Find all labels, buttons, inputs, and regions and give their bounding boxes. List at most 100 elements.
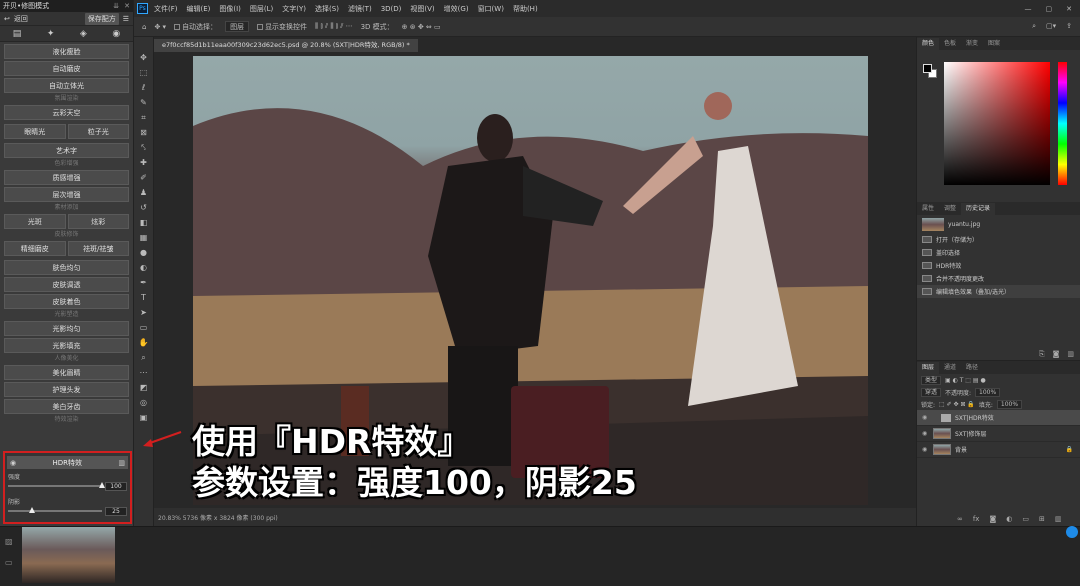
home-icon[interactable]: ⌂ (142, 23, 146, 31)
crop-tool-icon[interactable]: ⌗ (141, 112, 146, 123)
close-icon[interactable]: ✕ (124, 2, 130, 10)
quick-select-tool-icon[interactable]: ✎ (140, 97, 147, 108)
trash-icon[interactable]: ▥ (118, 459, 125, 467)
fine-skin-button[interactable]: 精细磨皮 (4, 241, 66, 256)
particle-light-button[interactable]: 粒子光 (67, 124, 129, 139)
tab-paths[interactable]: 路径 (961, 362, 983, 374)
fill-input[interactable]: 100% (996, 399, 1023, 409)
share-icon[interactable]: ⇪ (1066, 22, 1072, 31)
quick-mask-icon[interactable]: ◎ (140, 397, 147, 408)
layers-icon[interactable]: ▤ (13, 29, 22, 39)
pen-tool-icon[interactable]: ✒ (140, 277, 147, 288)
layer-row[interactable]: ◉ SXT|HDR特效 (917, 410, 1080, 426)
tab-layers[interactable]: 图层 (917, 362, 940, 374)
eye-icon[interactable]: ◉ (922, 430, 929, 437)
move-tool-icon[interactable]: ✥ (140, 52, 147, 63)
menu-plugins[interactable]: 增效(G) (444, 4, 469, 14)
layer-kind-filter[interactable]: 类型 (921, 375, 942, 385)
blend-mode-dropdown[interactable]: 穿透 (921, 387, 942, 397)
eye-light-button[interactable]: 眼睛光 (4, 124, 66, 139)
history-item-selected[interactable]: 编辑填色效果（叠加/选光） (917, 285, 1080, 298)
hue-slider[interactable] (1058, 62, 1067, 185)
menu-help[interactable]: 帮助(H) (513, 4, 538, 14)
history-item[interactable]: HDR特效 (917, 259, 1080, 272)
menu-edit[interactable]: 编辑(E) (187, 4, 211, 14)
texture-button[interactable]: 质感增强 (4, 170, 129, 185)
liquify-button[interactable]: 液化瘦脸 (4, 44, 129, 59)
adjustment-icon[interactable]: ◐ (1006, 515, 1012, 523)
workspace-icon[interactable]: ▢▾ (1046, 22, 1056, 31)
dodge-tool-icon[interactable]: ◐ (140, 262, 147, 273)
remove-wrinkle-button[interactable]: 祛斑/祛皱 (67, 241, 129, 256)
move-tool-icon[interactable]: ✥ ▾ (154, 23, 166, 31)
more-tools-icon[interactable]: ⋯ (140, 367, 148, 378)
lock-icons[interactable]: ⬚ ✐ ✥ ⊠ 🔒 (939, 401, 975, 408)
hdr-header[interactable]: ◉ HDR特效 ▥ (7, 456, 128, 469)
gradient-tool-icon[interactable]: ▦ (140, 232, 148, 243)
zoom-tool-icon[interactable]: ⌕ (141, 352, 145, 363)
layer-enhance-button[interactable]: 层次增强 (4, 187, 129, 202)
healing-tool-icon[interactable]: ✚ (140, 157, 147, 168)
menu-file[interactable]: 文件(F) (154, 4, 178, 14)
save-recipe-button[interactable]: 保存配方 (84, 12, 119, 25)
hand-tool-icon[interactable]: ✋ (139, 337, 149, 348)
blur-tool-icon[interactable]: ● (140, 247, 147, 258)
eye-icon[interactable]: ◉ (922, 446, 929, 453)
cloud-sky-button[interactable]: 云彩天空 (4, 105, 129, 120)
shadow-slider[interactable] (8, 507, 102, 513)
skin-even-button[interactable]: 肤色均匀 (4, 260, 129, 275)
menu-icon[interactable]: ☰ (123, 15, 129, 23)
strength-value[interactable]: 100 (105, 481, 127, 491)
menu-select[interactable]: 选择(S) (315, 4, 339, 14)
history-brush-icon[interactable]: ↺ (140, 202, 147, 213)
menu-type[interactable]: 文字(Y) (282, 4, 306, 14)
strength-slider-knob[interactable] (99, 482, 105, 488)
stamp-tool-icon[interactable]: ♟ (140, 187, 147, 198)
path-select-tool-icon[interactable]: ➤ (140, 307, 147, 318)
tab-patterns[interactable]: 图案 (983, 38, 1005, 50)
folder-icon[interactable]: ▭ (5, 558, 13, 567)
tab-channels[interactable]: 通道 (939, 362, 961, 374)
mask-icon[interactable]: ◙ (989, 515, 996, 523)
shape-tool-icon[interactable]: ▭ (140, 322, 148, 333)
strength-slider[interactable] (8, 482, 105, 488)
hair-care-button[interactable]: 护理头发 (4, 382, 129, 397)
menu-layer[interactable]: 图层(L) (250, 4, 273, 14)
image-thumbnail[interactable] (22, 527, 115, 583)
eraser-tool-icon[interactable]: ◧ (140, 217, 148, 228)
fx-icon[interactable]: fx (973, 515, 980, 523)
menu-3d[interactable]: 3D(D) (381, 5, 402, 13)
confetti-button[interactable]: 炫彩 (67, 214, 129, 229)
new-document-from-state-icon[interactable]: ⎘ (1039, 350, 1045, 359)
tab-color[interactable]: 颜色 (917, 38, 940, 50)
trash-icon[interactable]: ▥ (1067, 350, 1074, 359)
back-button[interactable]: 返回 (14, 14, 28, 24)
tab-history[interactable]: 历史记录 (961, 203, 996, 215)
stack-icon[interactable]: ◈ (80, 29, 87, 39)
foreground-color-swatch[interactable] (923, 64, 932, 73)
beautify-eyebrow-button[interactable]: 美化眉睛 (4, 365, 129, 380)
brush-tool-icon[interactable]: ✐ (140, 172, 147, 183)
auto-skin-button[interactable]: 自动磨皮 (4, 61, 129, 76)
type-tool-icon[interactable]: T (141, 292, 146, 303)
tab-properties[interactable]: 属性 (917, 203, 939, 215)
eyedropper-tool-icon[interactable]: ⤣ (141, 142, 146, 153)
auto-select-target-dropdown[interactable]: 图层 (225, 21, 250, 32)
group-icon[interactable]: ▭ (1022, 515, 1029, 523)
layer-row[interactable]: ◉ SXT|修饰层 (917, 426, 1080, 442)
3d-tools-icons[interactable]: ⊕ ⊛ ✥ ⇔ ▭ (402, 23, 441, 31)
art-font-button[interactable]: 艺术字 (4, 143, 129, 158)
search-icon[interactable]: ⌕ (1032, 22, 1036, 31)
opacity-input[interactable]: 100% (975, 387, 1001, 397)
minimize-icon[interactable]: — (1025, 5, 1032, 13)
auto-3d-light-button[interactable]: 自动立体光 (4, 78, 129, 93)
history-item[interactable]: 打开（存储为） (917, 233, 1080, 246)
menu-view[interactable]: 视图(V) (410, 4, 434, 14)
history-snapshot[interactable]: yuantu.jpg (917, 215, 1080, 233)
pin-icon[interactable]: ⇊ (113, 2, 119, 10)
tab-swatches[interactable]: 色板 (939, 38, 961, 50)
menu-filter[interactable]: 滤镜(T) (348, 4, 372, 14)
document-tab[interactable]: e7f0ccf85d1b11eaa00f309c23d62ec5.psd @ 2… (154, 39, 418, 52)
screen-mode-icon[interactable]: ▣ (140, 412, 148, 423)
back-icon[interactable]: ↩ (4, 15, 10, 23)
